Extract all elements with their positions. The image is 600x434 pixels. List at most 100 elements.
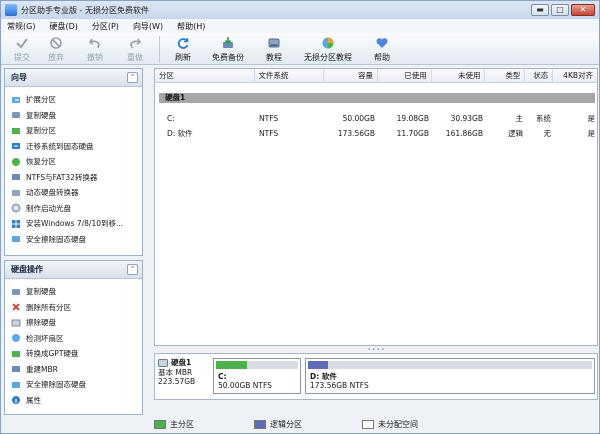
copy-disk-icon [12, 112, 20, 119]
col-used[interactable]: 已使用 [378, 69, 432, 83]
cell-4k-align: 是 [587, 129, 596, 138]
cell-status: 无 [543, 129, 552, 138]
menu-wizard[interactable]: 向导(W) [133, 21, 163, 32]
collapse-wizard-icon[interactable]: ⌃ [127, 72, 138, 83]
disk-op-label: 属性 [26, 395, 41, 405]
partition-usage-fill [216, 361, 248, 369]
wizard-item-install-windows[interactable]: 安装Windows 7/8/10到移... [5, 216, 142, 232]
menu-disk[interactable]: 硬盘(D) [49, 21, 77, 32]
col-unused[interactable]: 未使用 [432, 69, 486, 83]
discard-icon [50, 37, 62, 49]
menu-bar: 常规(G) 硬盘(D) 分区(P) 向导(W) 帮助(H) [1, 19, 599, 33]
cell-used: 19.08GB [396, 114, 429, 123]
wizard-item-secure-erase[interactable]: 安全擦除固态硬盘 [5, 232, 142, 248]
disk-op-rebuild-mbr[interactable]: 重建MBR [5, 362, 142, 378]
wizard-item-migrate-os[interactable]: 迁移系统到固态硬盘 [5, 139, 142, 155]
disk-op-label: 复制硬盘 [26, 287, 56, 297]
minimize-button[interactable]: ▬ [531, 4, 549, 16]
collapse-disk-ops-icon[interactable]: ⌃ [127, 264, 138, 275]
disk-operations-panel: 硬盘操作 ⌃ 复制硬盘 删除所有分区 擦除硬盘 检测坏扇区 转换成GPT硬盘 重… [4, 260, 143, 415]
partition-block-name: C: [218, 372, 227, 381]
disk-map-size: 223.57GB [158, 377, 196, 386]
menu-help[interactable]: 帮助(H) [177, 21, 205, 32]
col-4k-align[interactable]: 4KB对齐 [553, 69, 597, 83]
refresh-icon [177, 38, 189, 49]
disk-map-type: 基本 MBR [158, 367, 193, 377]
wizard-item-label: 动态硬盘转换器 [26, 188, 79, 198]
submit-button[interactable]: 提交 [5, 33, 39, 65]
wizard-item-copy-partition[interactable]: 复制分区 [5, 123, 142, 139]
disk-op-delete-all[interactable]: 删除所有分区 [5, 300, 142, 316]
col-status[interactable]: 状态 [525, 69, 554, 83]
recover-icon [12, 157, 20, 166]
redo-button[interactable]: 重做 [117, 33, 153, 65]
partition-block-detail: 173.56GB NTFS [310, 381, 369, 390]
free-backup-label: 免费备份 [212, 53, 244, 62]
disk-header-row[interactable]: 硬盘1 [159, 93, 595, 103]
rebuild-mbr-icon [12, 366, 20, 373]
help-button[interactable]: 帮助 [364, 33, 400, 65]
partition-list: 分区 文件系统 容量 已使用 未使用 类型 状态 4KB对齐 硬盘1 C: NT… [154, 68, 598, 346]
extend-partition-icon [12, 96, 20, 103]
disk-op-copy-disk[interactable]: 复制硬盘 [5, 284, 142, 300]
cell-capacity: 50.00GB [342, 114, 375, 123]
wizard-item-ntfs-fat32[interactable]: NTFS与FAT32转换器 [5, 170, 142, 186]
col-filesystem[interactable]: 文件系统 [255, 69, 325, 83]
tutorial-button[interactable]: 教程 [256, 33, 292, 65]
undo-button[interactable]: 撤销 [73, 33, 117, 65]
cell-status: 系统 [536, 114, 551, 123]
disk-op-properties[interactable]: 属性 [5, 393, 142, 409]
wizard-panel: 向导 ⌃ 扩展分区 复制硬盘 复制分区 迁移系统到固态硬盘 恢复分区 NTFS与… [4, 68, 143, 256]
cd-icon [11, 203, 21, 213]
wizard-item-label: 恢复分区 [26, 157, 56, 167]
legend-unallocated-swatch [362, 419, 374, 429]
help-label: 帮助 [374, 53, 390, 62]
wizard-item-dynamic-disk[interactable]: 动态硬盘转换器 [5, 185, 142, 201]
wizard-item-label: 迁移系统到固态硬盘 [26, 141, 94, 151]
wizard-item-extend-partition[interactable]: 扩展分区 [5, 92, 142, 108]
left-panel: 向导 ⌃ 扩展分区 复制硬盘 复制分区 迁移系统到固态硬盘 恢复分区 NTFS与… [4, 68, 143, 416]
disk-op-wipe-disk[interactable]: 擦除硬盘 [5, 315, 142, 331]
legend-unallocated-label: 未分配空间 [378, 419, 418, 429]
disk-op-check-bad-sectors[interactable]: 检测坏扇区 [5, 331, 142, 347]
ssd-erase-icon [12, 236, 20, 243]
legend-primary-swatch [154, 419, 166, 429]
wizard-item-recover-partition[interactable]: 恢复分区 [5, 154, 142, 170]
lossless-tutorial-button[interactable]: 无损分区教程 [292, 33, 364, 65]
partition-block-c[interactable]: C: 50.00GB NTFS [213, 358, 301, 394]
cell-partition: D: 软件 [167, 129, 193, 138]
table-row[interactable]: C: NTFS 50.00GB 19.08GB 30.93GB 主 系统 是 [155, 112, 599, 125]
restore-button[interactable]: □ [551, 4, 569, 16]
partition-block-d[interactable]: D: 软件 173.56GB NTFS [305, 358, 595, 394]
partition-usage-bar [216, 361, 298, 369]
legend-logical-swatch [254, 419, 266, 429]
backup-icon [223, 37, 233, 48]
menu-general[interactable]: 常规(G) [7, 21, 35, 32]
cell-4k-align: 是 [587, 114, 596, 123]
refresh-button[interactable]: 刷新 [166, 33, 200, 65]
cell-filesystem: NTFS [259, 129, 279, 138]
disk-op-convert-gpt[interactable]: 转换成GPT硬盘 [5, 346, 142, 362]
disk-op-label: 检测坏扇区 [26, 333, 64, 343]
partition-usage-bar [308, 361, 592, 369]
wizard-item-copy-disk[interactable]: 复制硬盘 [5, 108, 142, 124]
pane-splitter[interactable]: • • • • [154, 347, 598, 353]
menu-partition[interactable]: 分区(P) [92, 21, 119, 32]
col-capacity[interactable]: 容量 [324, 69, 378, 83]
wizard-item-label: 安全擦除固态硬盘 [26, 234, 86, 244]
col-partition[interactable]: 分区 [155, 69, 255, 83]
cell-unused: 30.93GB [450, 114, 483, 123]
close-button[interactable]: ✕ [571, 4, 595, 16]
wizard-item-boot-disc[interactable]: 制作启动光盘 [5, 201, 142, 217]
free-backup-button[interactable]: 免费备份 [200, 33, 256, 65]
disk-info[interactable]: 硬盘1 基本 MBR 223.57GB [158, 358, 210, 396]
wizard-panel-title: 向导 [5, 69, 142, 87]
disk-drive-icon [268, 38, 280, 48]
discard-button[interactable]: 放弃 [39, 33, 73, 65]
disk-op-secure-erase[interactable]: 安全擦除固态硬盘 [5, 377, 142, 393]
window-title: 分区助手专业版 - 无损分区免费软件 [21, 5, 149, 15]
col-type[interactable]: 类型 [485, 69, 526, 83]
wizard-item-label: 安装Windows 7/8/10到移... [26, 219, 124, 229]
disk-map-name: 硬盘1 [171, 358, 192, 367]
table-row[interactable]: D: 软件 NTFS 173.56GB 11.70GB 161.86GB 逻辑 … [155, 127, 599, 140]
